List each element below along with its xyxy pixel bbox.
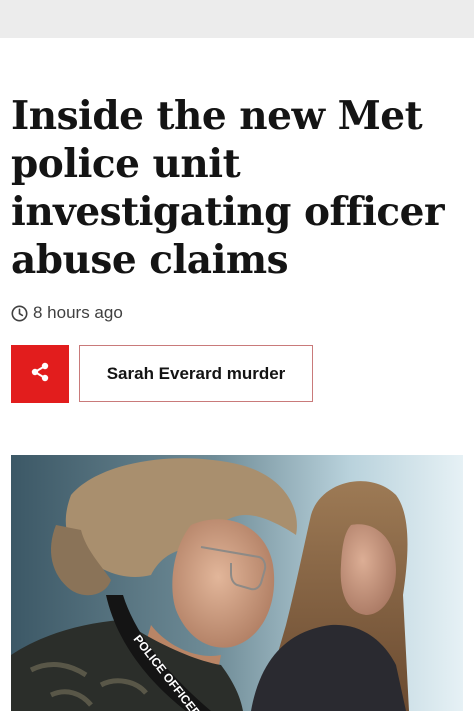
article-headline: Inside the new Met police unit investiga… bbox=[11, 93, 445, 283]
share-icon bbox=[29, 361, 51, 388]
browser-top-bar bbox=[0, 0, 474, 38]
article-timestamp: 8 hours ago bbox=[11, 302, 123, 324]
hero-image: POLICE OFFICER bbox=[11, 455, 463, 711]
topic-tag-button[interactable]: Sarah Everard murder bbox=[79, 345, 313, 402]
share-button[interactable] bbox=[11, 345, 69, 403]
timestamp-text: 8 hours ago bbox=[33, 303, 123, 322]
clock-icon bbox=[11, 305, 28, 322]
topic-tag-label: Sarah Everard murder bbox=[106, 363, 286, 383]
